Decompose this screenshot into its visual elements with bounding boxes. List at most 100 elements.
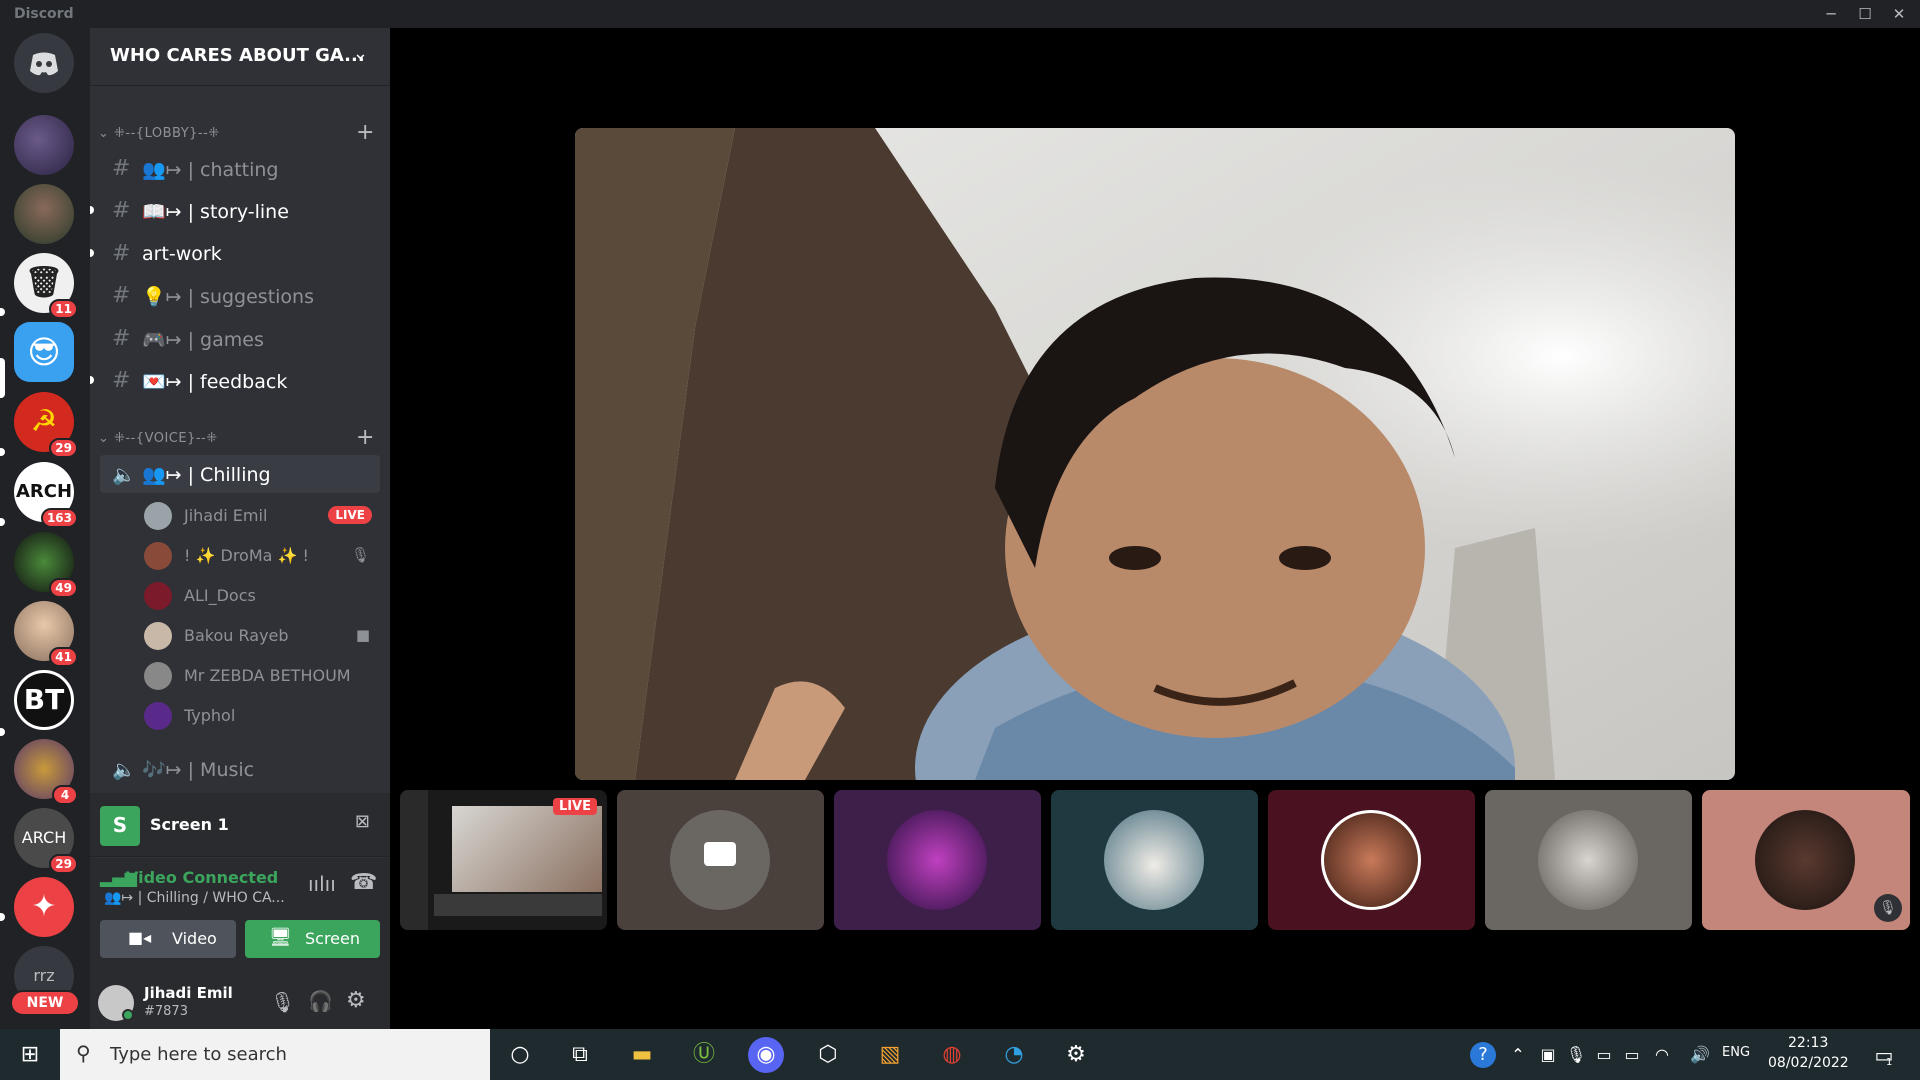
tile-participant[interactable]: 🎙 <box>1702 790 1910 930</box>
emoji-face-icon: 😎 <box>27 333 61 371</box>
stream-name: Screen 1 <box>150 815 229 834</box>
voice-channel-music[interactable]: 🔈 🎶↦ | Music <box>100 750 380 788</box>
avatar <box>144 502 172 530</box>
chrome-icon[interactable]: ◍ <box>934 1037 970 1073</box>
sparkle-icon: ✦ <box>31 889 57 924</box>
screen-share-button[interactable]: 🖥 Screen <box>245 920 380 958</box>
avatar <box>670 810 770 910</box>
virtualbox-icon[interactable]: ⬡ <box>810 1037 846 1073</box>
server-icon-arch-2[interactable]: ARCH 29 <box>14 808 78 874</box>
video-button[interactable]: ■◂ Video <box>100 920 236 958</box>
channel-art-work[interactable]: # art-work <box>90 235 380 273</box>
live-badge: LIVE <box>328 506 372 524</box>
user-panel: Jihadi Emil #7873 🎙 🎧 ⚙ <box>90 976 390 1029</box>
clock-time[interactable]: 22:13 <box>1788 1035 1828 1051</box>
server-icon-2[interactable] <box>14 184 74 244</box>
channel-label: 📖↦ | story-line <box>142 201 289 223</box>
language-indicator[interactable]: ENG <box>1722 1045 1750 1060</box>
unread-indicator <box>0 448 5 456</box>
server-icon-trash[interactable]: 🗑 11 <box>14 253 78 319</box>
channel-feedback[interactable]: # 💌↦ | feedback <box>90 362 380 400</box>
gear-icon[interactable]: ⚙ <box>346 988 366 1013</box>
maximize-button[interactable]: ☐ <box>1850 3 1880 25</box>
notification-center-icon[interactable]: ▭ <box>1866 1037 1902 1073</box>
help-icon[interactable]: ? <box>1470 1042 1496 1068</box>
voice-user-name: Typhol <box>184 706 236 725</box>
server-icon-graffiti[interactable]: 4 <box>14 739 78 805</box>
add-channel-button[interactable]: + <box>356 120 375 145</box>
task-view-icon[interactable]: ⧉ <box>562 1037 598 1073</box>
server-icon-bt[interactable]: BT <box>14 670 74 730</box>
server-icon-anime[interactable]: 41 <box>14 601 78 667</box>
volume-icon[interactable]: 🔊 <box>1682 1037 1718 1073</box>
mention-badge: 29 <box>49 438 78 458</box>
voice-user-name: ALI_Docs <box>184 586 256 605</box>
voice-user[interactable]: ! ✨ DroMa ✨ ! 🎙 <box>144 538 380 574</box>
video-connected-status[interactable]: Video Connected <box>126 868 278 887</box>
chevron-down-icon: ⌄ <box>98 126 115 141</box>
focused-video[interactable] <box>575 128 1735 780</box>
close-button[interactable]: ✕ <box>1884 3 1914 25</box>
voice-user[interactable]: ALI_Docs <box>144 578 380 614</box>
chevron-down-icon: ⌄ <box>352 43 368 64</box>
channel-label: 🎮↦ | games <box>142 329 264 351</box>
voice-channel-chilling[interactable]: 🔈 👥↦ | Chilling <box>100 455 380 493</box>
headphones-icon[interactable]: 🎧 <box>308 989 333 1013</box>
clock-date[interactable]: 08/02/2022 <box>1768 1055 1849 1071</box>
tile-participant[interactable] <box>1485 790 1692 930</box>
search-icon: ⚲ <box>76 1041 91 1065</box>
webcam-feed-image <box>575 128 1735 780</box>
channel-games[interactable]: # 🎮↦ | games <box>100 320 380 358</box>
voice-user[interactable]: Mr ZEBDA BETHOUM <box>144 658 380 694</box>
unread-indicator <box>90 376 94 384</box>
screen-share-icon: 🖥 <box>269 927 292 948</box>
tile-participant[interactable] <box>834 790 1041 930</box>
server-icon-green[interactable]: 49 <box>14 532 78 598</box>
category-label: ⁜--{VOICE}--⁜ <box>114 431 218 446</box>
channel-story-line[interactable]: # 📖↦ | story-line <box>90 192 380 230</box>
tile-participant[interactable] <box>617 790 824 930</box>
channel-suggestions[interactable]: # 💡↦ | suggestions <box>100 277 380 315</box>
category-voice[interactable]: ⌄ ⁜--{VOICE}--⁜ + <box>98 425 374 450</box>
tile-participant[interactable] <box>1268 790 1475 930</box>
tile-screen-share[interactable]: LIVE <box>400 790 607 930</box>
voice-user[interactable]: Bakou Rayeb ■ <box>144 618 380 654</box>
disconnect-icon[interactable]: ☎ <box>350 870 377 895</box>
file-explorer-icon[interactable]: ▬ <box>624 1037 660 1073</box>
channel-label: 👥↦ | chatting <box>142 159 279 181</box>
discord-taskbar-icon[interactable]: ◉ <box>748 1037 784 1073</box>
server-icon-star[interactable]: ✦ <box>14 877 74 937</box>
server-icon-active[interactable]: 😎 <box>14 322 74 382</box>
tile-participant[interactable] <box>1051 790 1258 930</box>
video-stage: LIVE 🎙 <box>390 28 1920 1029</box>
server-list: 🗑 11 😎 ☭ 29 ARCH 163 49 41 BT 4 ARCH 29 … <box>0 28 90 1029</box>
microphone-icon[interactable]: 🎙 <box>270 990 295 1014</box>
close-stream-icon[interactable]: ⊠ <box>355 811 370 832</box>
muted-icon: 🎙 <box>350 546 370 564</box>
voice-channel-path[interactable]: 👥↦ | Chilling / WHO CA... <box>104 890 285 906</box>
sublime-icon[interactable]: ▧ <box>872 1037 908 1073</box>
server-icon-1[interactable] <box>14 115 74 175</box>
minimize-button[interactable]: ─ <box>1816 3 1846 25</box>
noise-suppression-icon[interactable]: ıılıı <box>308 872 336 896</box>
add-channel-button[interactable]: + <box>356 425 375 450</box>
voice-user[interactable]: Typhol <box>144 698 380 734</box>
windows-start-icon[interactable]: ⊞ <box>12 1037 48 1073</box>
settings-icon[interactable]: ⚙ <box>1058 1037 1094 1073</box>
server-icon-hammer[interactable]: ☭ 29 <box>14 392 78 458</box>
home-button[interactable] <box>14 33 74 93</box>
guild-header[interactable]: WHO CARES ABOUT GA... ⌄ <box>90 28 390 86</box>
voice-user-name: Bakou Rayeb <box>184 626 289 645</box>
taskbar-search[interactable]: ⚲ Type here to search <box>60 1029 490 1080</box>
mention-badge: 11 <box>49 299 78 319</box>
channel-chatting[interactable]: # 👥↦ | chatting <box>100 150 380 188</box>
category-lobby[interactable]: ⌄ ⁜--{LOBBY}--⁜ + <box>98 120 374 145</box>
avatar <box>1755 810 1855 910</box>
wifi-icon[interactable]: ◠ <box>1644 1037 1680 1073</box>
voice-user[interactable]: Jihadi Emil LIVE <box>144 498 380 534</box>
server-icon-arch[interactable]: ARCH 163 <box>14 462 78 528</box>
unread-indicator <box>0 308 5 316</box>
upwork-icon[interactable]: Ⓤ <box>686 1037 722 1073</box>
edge-icon[interactable]: ◔ <box>996 1037 1032 1073</box>
cortana-icon[interactable]: ○ <box>502 1037 538 1073</box>
